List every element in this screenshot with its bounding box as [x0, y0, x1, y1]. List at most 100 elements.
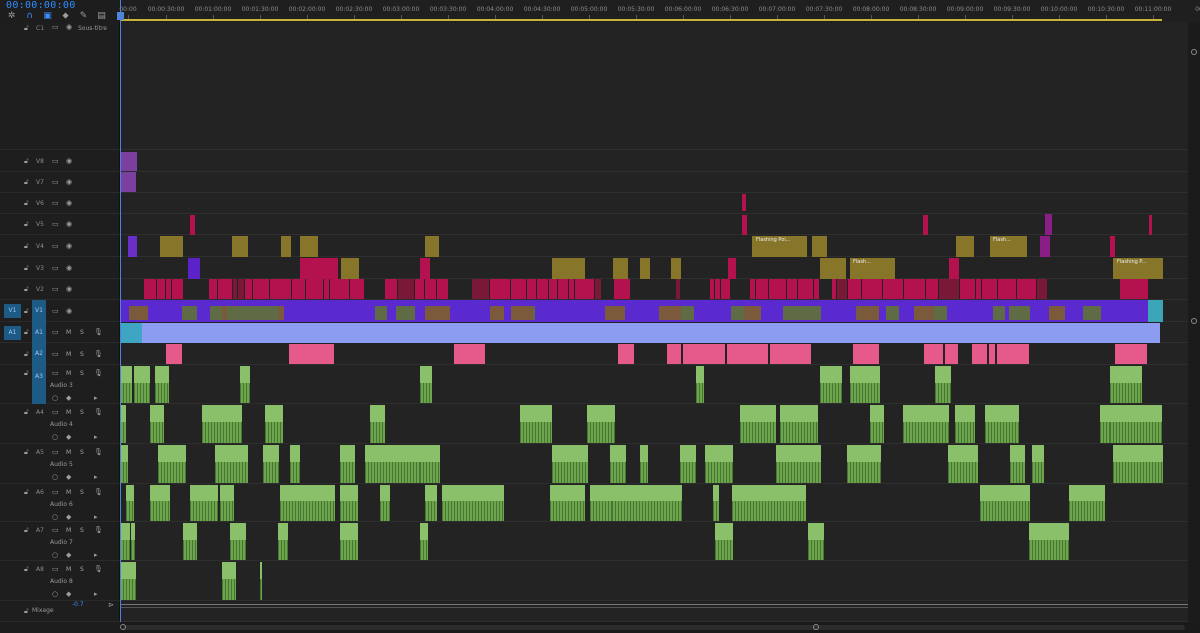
video-clip[interactable]	[537, 279, 548, 299]
audio-clip[interactable]	[618, 344, 634, 364]
audio-clip[interactable]	[454, 344, 485, 364]
keyframe-next-icon[interactable]: ▸	[94, 513, 98, 521]
video-clip-flashing[interactable]: Flash...	[990, 236, 1027, 257]
video-clip[interactable]	[527, 279, 536, 299]
video-clip[interactable]	[341, 258, 359, 279]
video-clip[interactable]	[742, 194, 746, 211]
audio-clip[interactable]	[425, 485, 437, 521]
audio-clip[interactable]	[265, 405, 283, 443]
audio-clip[interactable]	[683, 344, 725, 364]
audio-clip[interactable]	[1069, 485, 1105, 521]
lock-icon[interactable]: 🔓︎	[24, 242, 29, 251]
audio-clip[interactable]	[1110, 366, 1142, 403]
audio-clip[interactable]	[980, 485, 1030, 521]
keyframe-circle-icon[interactable]: ○	[52, 473, 58, 481]
video-clip[interactable]	[120, 152, 137, 171]
video-clip[interactable]	[769, 279, 786, 299]
video-clip[interactable]	[188, 258, 200, 279]
lock-icon[interactable]: 🔓︎	[24, 448, 29, 457]
solo-button[interactable]: S	[80, 566, 84, 573]
video-clip[interactable]	[190, 215, 195, 235]
audio-clip[interactable]	[847, 445, 881, 483]
audio-clip[interactable]	[300, 485, 335, 521]
sync-lock-icon[interactable]: ▭	[52, 350, 59, 358]
zoom-handle-left[interactable]	[120, 624, 126, 630]
audio-clip[interactable]	[612, 485, 682, 521]
voiceover-mic-icon[interactable]: 🎙︎	[94, 408, 103, 416]
video-clip[interactable]	[787, 279, 797, 299]
eye-icon[interactable]: ◉	[66, 220, 72, 228]
video-thumbnail[interactable]	[129, 306, 148, 320]
track-target[interactable]: A3	[32, 365, 46, 404]
video-clip[interactable]	[976, 279, 981, 299]
video-clip[interactable]	[324, 279, 329, 299]
audio-clip[interactable]	[780, 405, 818, 443]
keyframe-circle-icon[interactable]: ○	[52, 433, 58, 441]
work-area-bar[interactable]	[120, 19, 1162, 21]
video-clip[interactable]	[253, 279, 269, 299]
playhead-timecode[interactable]: 00:00:00:00	[6, 0, 76, 11]
video-clip[interactable]	[552, 258, 585, 279]
video-clip[interactable]	[292, 279, 305, 299]
audio-clip[interactable]	[1010, 445, 1025, 483]
audio-clip[interactable]	[610, 445, 626, 483]
video-clip[interactable]	[575, 279, 594, 299]
audio-clip[interactable]	[820, 366, 842, 403]
audio-clip[interactable]	[340, 523, 358, 560]
video-clip[interactable]	[1037, 279, 1047, 299]
video-clip[interactable]	[1110, 236, 1115, 257]
mute-button[interactable]: M	[66, 370, 71, 377]
voiceover-mic-icon[interactable]: 🎙︎	[94, 350, 103, 358]
video-clip-flashing[interactable]: Flashing P...	[1114, 258, 1162, 279]
mix-volume-line[interactable]	[120, 604, 1188, 605]
video-clip[interactable]	[120, 172, 136, 192]
solo-button[interactable]: S	[80, 449, 84, 456]
video-thumbnail[interactable]	[914, 306, 934, 320]
voiceover-mic-icon[interactable]: 🎙︎	[94, 369, 103, 377]
video-clip[interactable]	[232, 236, 248, 257]
audio-clip[interactable]	[150, 485, 170, 521]
lock-icon[interactable]: 🔓︎	[24, 285, 29, 294]
audio-clip[interactable]	[202, 405, 242, 443]
video-thumbnail[interactable]	[681, 306, 694, 320]
lock-icon[interactable]: 🔓︎	[24, 526, 29, 535]
video-clip[interactable]	[218, 279, 232, 299]
video-thumbnail[interactable]	[1049, 306, 1065, 320]
keyframe-circle-icon[interactable]: ○	[52, 590, 58, 598]
add-marker-icon[interactable]: ▣	[42, 11, 53, 21]
video-clip[interactable]	[640, 258, 650, 279]
voiceover-mic-icon[interactable]: 🎙︎	[94, 526, 103, 534]
video-clip[interactable]	[998, 279, 1016, 299]
lock-icon[interactable]: 🔓︎	[24, 488, 29, 497]
audio-clip[interactable]	[420, 523, 428, 560]
sequence-timeline[interactable]: Flashing Poi... Flash... Flash... Flashing …	[120, 22, 1188, 622]
audio-clip[interactable]	[985, 405, 1019, 443]
audio-clip[interactable]	[166, 344, 182, 364]
eye-icon[interactable]: ◉	[66, 23, 72, 31]
video-clip[interactable]	[300, 236, 318, 257]
toggle-output-icon[interactable]: ▭	[52, 264, 59, 272]
video-thumbnail[interactable]	[182, 306, 197, 320]
audio-clip[interactable]	[340, 445, 355, 483]
horizontal-scrollbar[interactable]	[120, 622, 1200, 633]
keyframe-add-icon[interactable]: ◆	[66, 551, 71, 559]
audio-clip[interactable]	[370, 405, 385, 443]
video-clip[interactable]	[398, 279, 414, 299]
lock-icon[interactable]: 🔓︎	[24, 24, 29, 33]
lock-icon[interactable]: 🔓︎	[24, 408, 29, 417]
audio-clip[interactable]	[126, 485, 134, 521]
audio-clip[interactable]	[442, 485, 504, 521]
video-clip[interactable]	[721, 279, 730, 299]
audio-clip[interactable]	[420, 445, 440, 483]
audio-clip[interactable]	[1100, 405, 1110, 443]
audio-clip[interactable]	[120, 562, 136, 600]
lock-icon[interactable]: 🔓︎	[24, 178, 29, 187]
video-clip[interactable]	[613, 258, 628, 279]
audio-clip[interactable]	[713, 485, 719, 521]
sync-lock-icon[interactable]: ▭	[52, 328, 59, 336]
toggle-output-icon[interactable]: ▭	[52, 157, 59, 165]
video-clip[interactable]	[676, 279, 680, 299]
solo-button[interactable]: S	[80, 489, 84, 496]
audio-clip[interactable]	[1115, 344, 1147, 364]
video-clip[interactable]	[814, 279, 819, 299]
